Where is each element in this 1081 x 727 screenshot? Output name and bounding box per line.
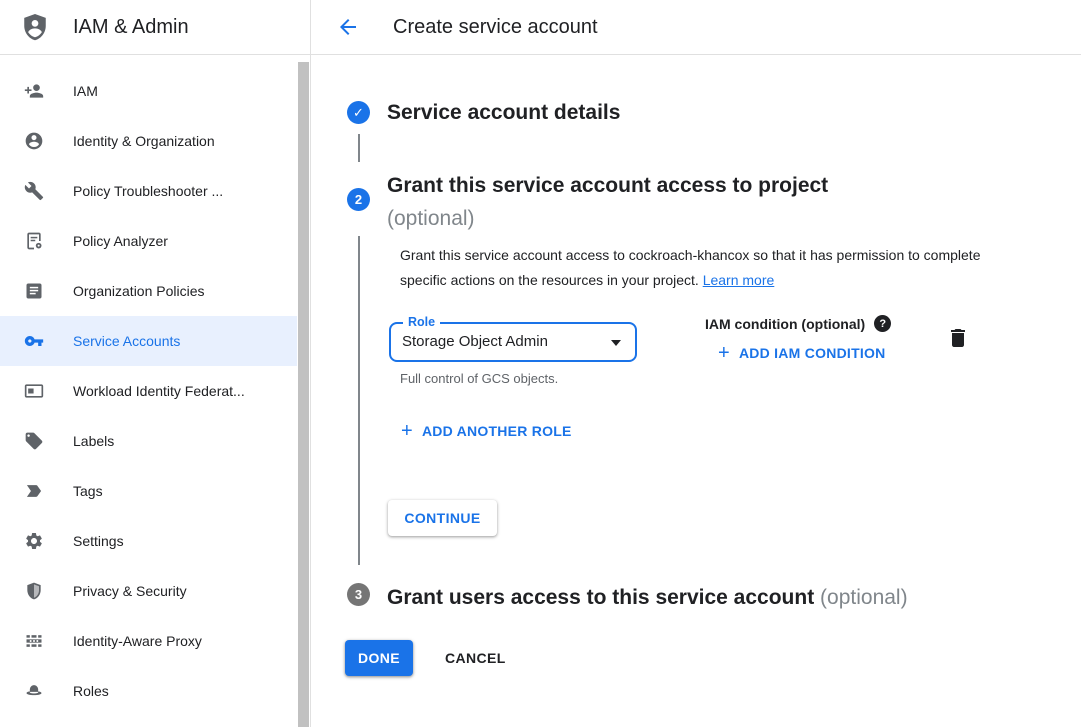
proxy-stripes-icon <box>24 631 44 651</box>
role-field-label: Role <box>403 315 440 329</box>
sidebar-scrollbar-thumb[interactable] <box>298 62 309 727</box>
step1-complete-check-icon: ✓ <box>347 101 370 124</box>
step3-number-badge: 3 <box>347 583 370 606</box>
step2-description-text: Grant this service account access to coc… <box>400 247 981 288</box>
sidebar-item-service-accounts[interactable]: Service Accounts <box>0 316 297 366</box>
sidebar-item-label: Policy Analyzer <box>73 233 168 249</box>
account-circle-icon <box>24 131 44 151</box>
sidebar-item-label: Policy Troubleshooter ... <box>73 183 223 199</box>
step2-title: Grant this service account access to pro… <box>387 169 828 202</box>
sidebar-item-privacy-security[interactable]: Privacy & Security <box>0 566 297 616</box>
article-icon <box>24 281 44 301</box>
sidebar-item-identity-organization[interactable]: Identity & Organization <box>0 116 297 166</box>
question-mark-glyph: ? <box>879 318 886 330</box>
step2-description: Grant this service account access to coc… <box>400 243 1000 293</box>
shield-icon <box>24 581 44 601</box>
step3-title: Grant users access to this service accou… <box>387 586 814 609</box>
step3-optional-label: (optional) <box>820 586 908 609</box>
check-glyph: ✓ <box>353 105 364 121</box>
sidebar-item-label: Service Accounts <box>73 333 180 349</box>
delete-role-trash-icon[interactable] <box>946 326 970 350</box>
wrench-icon <box>24 181 44 201</box>
iam-condition-section: IAM condition (optional) ? + ADD IAM CON… <box>705 315 945 361</box>
policy-analyzer-icon <box>24 231 44 251</box>
step1-title[interactable]: Service account details <box>387 100 620 126</box>
app-header: IAM & Admin <box>0 0 311 54</box>
add-another-role-button[interactable]: + ADD ANOTHER ROLE <box>401 423 572 439</box>
page-header: Create service account <box>311 0 1081 54</box>
dropdown-caret-icon <box>611 340 621 346</box>
roles-hat-icon <box>24 681 44 701</box>
sidebar-item-label: Identity-Aware Proxy <box>73 633 202 649</box>
help-icon[interactable]: ? <box>874 315 891 332</box>
sidebar-nav: IAM Identity & Organization Policy Troub… <box>0 55 297 727</box>
learn-more-link[interactable]: Learn more <box>703 272 775 288</box>
iam-shield-logo-icon <box>20 11 50 43</box>
sidebar-item-roles[interactable]: Roles <box>0 666 297 716</box>
sidebar-item-label: Roles <box>73 683 109 699</box>
add-another-role-label: ADD ANOTHER ROLE <box>422 423 572 439</box>
stepper-connector-line <box>358 134 360 162</box>
sidebar-item-organization-policies[interactable]: Organization Policies <box>0 266 297 316</box>
step2-optional-label: (optional) <box>387 202 828 235</box>
label-tag-icon <box>24 431 44 451</box>
step2-number-badge: 2 <box>347 188 370 211</box>
add-iam-condition-label: ADD IAM CONDITION <box>739 345 886 361</box>
done-button[interactable]: DONE <box>345 640 413 676</box>
iam-condition-label: IAM condition (optional) <box>705 316 865 332</box>
top-bar: IAM & Admin Create service account <box>0 0 1081 55</box>
app-title: IAM & Admin <box>73 16 189 39</box>
sidebar-item-label: Tags <box>73 483 103 499</box>
create-service-account-form: ✓ Service account details 2 Grant this s… <box>311 55 1081 727</box>
sidebar-item-policy-troubleshooter[interactable]: Policy Troubleshooter ... <box>0 166 297 216</box>
sidebar-item-tags[interactable]: Tags <box>0 466 297 516</box>
stepper-connector-line <box>358 236 360 565</box>
role-selected-value: Storage Object Admin <box>391 324 635 360</box>
sidebar-item-settings[interactable]: Settings <box>0 516 297 566</box>
step3-header[interactable]: Grant users access to this service accou… <box>387 585 908 611</box>
plus-icon: + <box>401 424 413 438</box>
sidebar-item-policy-analyzer[interactable]: Policy Analyzer <box>0 216 297 266</box>
role-helper-text: Full control of GCS objects. <box>400 371 558 386</box>
role-select-field[interactable]: Role Storage Object Admin <box>389 322 637 362</box>
sidebar-item-labels[interactable]: Labels <box>0 416 297 466</box>
sidebar-item-label: Settings <box>73 533 124 549</box>
sidebar-item-label: Organization Policies <box>73 283 205 299</box>
sidebar-item-label: Workload Identity Federat... <box>73 383 245 399</box>
page-title: Create service account <box>393 16 598 39</box>
tag-arrow-icon <box>24 481 44 501</box>
sidebar-item-label: Labels <box>73 433 114 449</box>
sidebar-item-label: Identity & Organization <box>73 133 215 149</box>
sidebar-item-label: Privacy & Security <box>73 583 187 599</box>
step2-header: Grant this service account access to pro… <box>387 169 828 235</box>
sidebar-item-workload-identity-federat[interactable]: Workload Identity Federat... <box>0 366 297 416</box>
service-account-key-icon <box>24 331 44 351</box>
back-arrow-icon[interactable] <box>336 15 360 39</box>
step3-number: 3 <box>355 587 362 602</box>
step2-number: 2 <box>355 192 362 207</box>
sidebar-item-identity-aware-proxy[interactable]: Identity-Aware Proxy <box>0 616 297 666</box>
identity-card-icon <box>24 381 44 401</box>
sidebar-item-iam[interactable]: IAM <box>0 66 297 116</box>
continue-button[interactable]: CONTINUE <box>388 500 497 536</box>
gear-icon <box>24 531 44 551</box>
plus-icon: + <box>718 346 730 360</box>
add-iam-condition-button[interactable]: + ADD IAM CONDITION <box>718 345 945 361</box>
cancel-button[interactable]: CANCEL <box>445 640 506 676</box>
sidebar-item-label: IAM <box>73 83 98 99</box>
person-add-icon <box>24 81 44 101</box>
